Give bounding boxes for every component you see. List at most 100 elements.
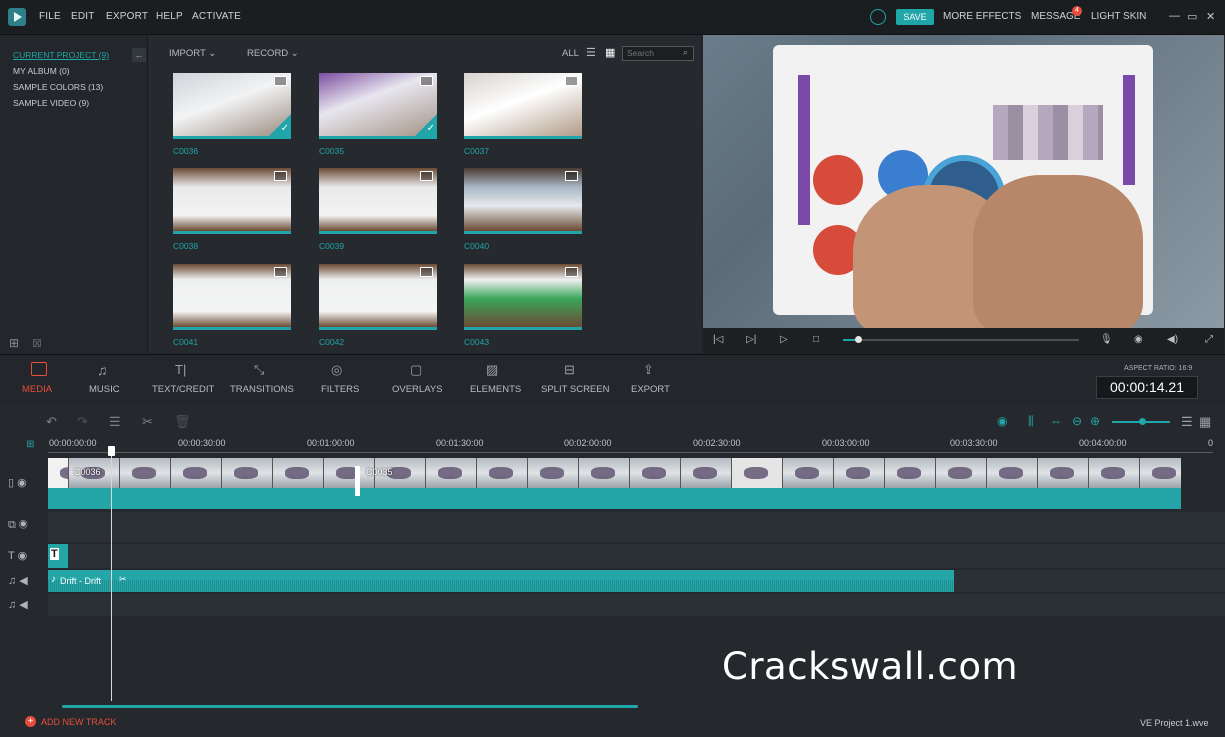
- previous-frame-icon[interactable]: |◁: [713, 334, 723, 345]
- text-clip[interactable]: T: [48, 544, 68, 568]
- tab-elements[interactable]: ELEMENTS: [470, 384, 521, 395]
- export-icon: ⇪: [643, 362, 654, 377]
- delete-folder-icon[interactable]: ⊠: [32, 336, 42, 350]
- list-view-icon[interactable]: ☰: [586, 46, 596, 59]
- undo-icon[interactable]: ↶: [46, 414, 57, 430]
- record-label: RECORD: [247, 48, 289, 59]
- track-list-icon[interactable]: ☰: [1181, 414, 1193, 430]
- track-settings-icon[interactable]: ⊞: [26, 439, 34, 450]
- video-frame: [885, 458, 936, 488]
- video-clip-label: C0036: [74, 467, 101, 477]
- adjust-icon[interactable]: ☰: [109, 414, 121, 430]
- menu-file[interactable]: FILE: [39, 11, 61, 22]
- media-thumbnail-label: C0037: [464, 146, 490, 156]
- maximize-icon[interactable]: ▭: [1187, 10, 1197, 23]
- overlays-icon: ▢: [410, 362, 423, 377]
- pip-track[interactable]: [48, 512, 1225, 542]
- account-icon[interactable]: [870, 9, 886, 25]
- media-thumbnail-label: C0036: [173, 146, 199, 156]
- media-thumbnail[interactable]: ✓: [173, 73, 291, 139]
- clip-split-handle[interactable]: [355, 466, 360, 496]
- record-dropdown[interactable]: RECORD ⌄: [247, 48, 299, 59]
- menu-help[interactable]: HELP: [156, 11, 183, 22]
- snapshot-icon[interactable]: ◉: [1134, 334, 1143, 345]
- pip-track-icon: ⧉ ◉: [8, 519, 28, 531]
- stop-icon[interactable]: □: [813, 334, 819, 345]
- audio-track-2[interactable]: [48, 594, 1225, 616]
- zoom-in-icon[interactable]: ⊕: [1090, 414, 1100, 428]
- ruler-tick: 00:02:30:00: [693, 438, 741, 448]
- microphone-icon[interactable]: 🎙: [1100, 334, 1113, 345]
- import-dropdown[interactable]: IMPORT ⌄: [169, 48, 216, 59]
- video-frame: [732, 458, 783, 488]
- video-preview[interactable]: [703, 35, 1224, 328]
- library-current-project[interactable]: CURRENT PROJECT (9): [13, 50, 109, 60]
- add-folder-icon[interactable]: ⊞: [9, 336, 19, 350]
- checkmark-icon: ✓: [426, 123, 435, 134]
- text-track[interactable]: [48, 544, 1225, 568]
- menu-activate[interactable]: ACTIVATE: [192, 11, 241, 22]
- volume-icon[interactable]: ◀): [1167, 334, 1178, 345]
- media-thumbnail[interactable]: [173, 168, 291, 234]
- more-effects-button[interactable]: MORE EFFECTS: [943, 11, 1021, 22]
- tab-media[interactable]: MEDIA: [22, 384, 52, 395]
- menu-edit[interactable]: EDIT: [71, 11, 95, 22]
- media-thumbnail[interactable]: [464, 168, 582, 234]
- playhead-handle[interactable]: [108, 446, 115, 456]
- preview-progress-track[interactable]: [843, 339, 1079, 341]
- split-scissors-icon[interactable]: ✂: [142, 414, 153, 430]
- light-skin-button[interactable]: LIGHT SKIN: [1091, 11, 1146, 22]
- video-frame: [783, 458, 834, 488]
- video-frame: [1089, 458, 1140, 488]
- media-thumbnail[interactable]: ✓: [319, 73, 437, 139]
- zoom-out-icon[interactable]: ⊖: [1072, 414, 1082, 428]
- tab-split-screen[interactable]: SPLIT SCREEN: [541, 384, 609, 395]
- collapse-library-icon[interactable]: ←: [132, 48, 146, 62]
- media-thumbnail[interactable]: [173, 264, 291, 330]
- tab-filters[interactable]: FILTERS: [321, 384, 359, 395]
- add-new-track-button[interactable]: ADD NEW TRACK: [41, 717, 116, 727]
- minimize-icon[interactable]: —: [1169, 10, 1180, 22]
- render-preview-icon[interactable]: ◉: [997, 414, 1007, 428]
- close-icon[interactable]: ✕: [1206, 10, 1215, 23]
- play-icon[interactable]: ▷: [780, 334, 788, 345]
- save-button[interactable]: SAVE: [896, 9, 934, 25]
- tab-overlays[interactable]: OVERLAYS: [392, 384, 443, 395]
- tab-music[interactable]: MUSIC: [89, 384, 120, 395]
- video-frame: [120, 458, 171, 488]
- track-grid-icon[interactable]: ▦: [1199, 414, 1211, 430]
- audio-split-icon[interactable]: ✂: [119, 574, 127, 585]
- media-thumbnail[interactable]: [319, 168, 437, 234]
- video-camera-icon: [565, 171, 578, 181]
- redo-icon[interactable]: ↷: [77, 414, 88, 430]
- ruler-tick: 00:03:30:00: [950, 438, 998, 448]
- timeline-scrollbar[interactable]: [62, 705, 638, 708]
- ruler-tick: 00:03:00:00: [822, 438, 870, 448]
- tab-transitions[interactable]: TRANSITIONS: [230, 384, 294, 395]
- preview-red-module: [813, 155, 863, 205]
- video-camera-icon: [420, 76, 433, 86]
- menu-export[interactable]: EXPORT: [106, 11, 148, 22]
- library-sample-colors[interactable]: SAMPLE COLORS (13): [13, 82, 103, 92]
- ruler-tick: 00:01:30:00: [436, 438, 484, 448]
- tab-export[interactable]: EXPORT: [631, 384, 670, 395]
- media-thumbnail[interactable]: [464, 73, 582, 139]
- grid-view-icon[interactable]: ▦: [605, 46, 615, 59]
- add-track-icon[interactable]: +: [25, 716, 36, 727]
- playhead-line[interactable]: [111, 446, 112, 701]
- audio-track-2-icon: ♫ ◀: [8, 599, 28, 611]
- audio-mixer-icon[interactable]: ⫼: [1028, 414, 1034, 429]
- library-my-album[interactable]: MY ALBUM (0): [13, 66, 70, 76]
- fit-timeline-icon[interactable]: ⇔: [1050, 414, 1062, 428]
- next-frame-icon[interactable]: ▷|: [746, 334, 756, 345]
- library-sample-video[interactable]: SAMPLE VIDEO (9): [13, 98, 89, 108]
- media-thumbnail[interactable]: [319, 264, 437, 330]
- video-frame: [630, 458, 681, 488]
- fullscreen-icon[interactable]: ⤢: [1205, 334, 1213, 345]
- tab-text-credit[interactable]: TEXT/CREDIT: [152, 384, 214, 395]
- filter-all[interactable]: ALL: [562, 48, 579, 59]
- preview-progress-handle[interactable]: [855, 336, 862, 343]
- media-thumbnail[interactable]: [464, 264, 582, 330]
- delete-icon[interactable]: 🗑: [174, 414, 191, 430]
- zoom-slider-handle[interactable]: [1139, 418, 1146, 425]
